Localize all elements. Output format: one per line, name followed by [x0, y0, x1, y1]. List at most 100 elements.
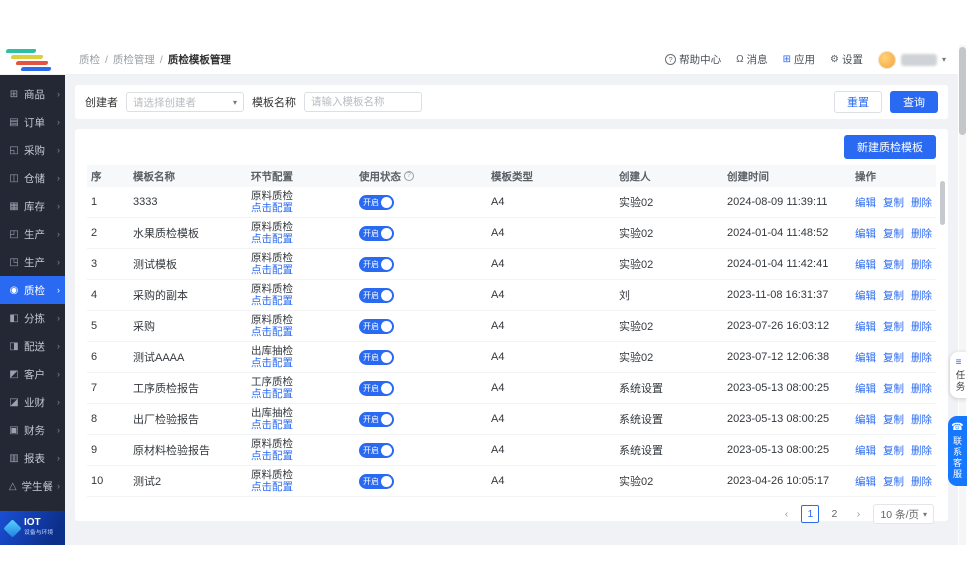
status-info-icon[interactable]: ?: [404, 171, 414, 181]
status-toggle-on[interactable]: 开启: [359, 474, 394, 489]
copy-link[interactable]: 复制: [883, 474, 904, 489]
configure-link[interactable]: 点击配置: [251, 295, 351, 308]
sidebar-item-质检[interactable]: ◉ 质检 ›: [0, 276, 65, 304]
copy-link[interactable]: 复制: [883, 412, 904, 427]
status-toggle-on[interactable]: 开启: [359, 288, 394, 303]
status-toggle-on[interactable]: 开启: [359, 195, 394, 210]
delete-link[interactable]: 删除: [911, 350, 932, 365]
edit-link[interactable]: 编辑: [855, 288, 876, 303]
status-toggle-on[interactable]: 开启: [359, 350, 394, 365]
production-2-icon: ◳: [8, 257, 20, 268]
sidebar-item-仓储[interactable]: ◫ 仓储 ›: [0, 164, 65, 192]
configure-link[interactable]: 点击配置: [251, 481, 351, 494]
search-button[interactable]: 查询: [890, 91, 938, 113]
page-button-2[interactable]: 2: [825, 505, 843, 523]
delete-link[interactable]: 删除: [911, 257, 932, 272]
sidebar-item-库存[interactable]: ▦ 库存 ›: [0, 192, 65, 220]
configure-link[interactable]: 点击配置: [251, 202, 351, 215]
configure-link[interactable]: 点击配置: [251, 326, 351, 339]
creator-cell: 系统设置: [615, 380, 723, 396]
status-toggle-on[interactable]: 开启: [359, 226, 394, 241]
edit-link[interactable]: 编辑: [855, 474, 876, 489]
edit-link[interactable]: 编辑: [855, 195, 876, 210]
sidebar-item-分拣[interactable]: ◧ 分拣 ›: [0, 304, 65, 332]
apps-button[interactable]: ⊞ 应用: [783, 52, 815, 67]
help-center-button[interactable]: ? 帮助中心: [665, 52, 721, 67]
delete-link[interactable]: 删除: [911, 443, 932, 458]
edit-link[interactable]: 编辑: [855, 412, 876, 427]
page-button-1[interactable]: 1: [801, 505, 819, 523]
status-toggle-on[interactable]: 开启: [359, 381, 394, 396]
user-menu[interactable]: ▾: [878, 51, 946, 69]
copy-link[interactable]: 复制: [883, 319, 904, 334]
iot-footer[interactable]: IOT 设备与环境: [0, 511, 65, 545]
messages-button[interactable]: Ω 消息: [736, 52, 767, 67]
table-scrollbar-thumb[interactable]: [940, 181, 945, 225]
app-logo[interactable]: [0, 45, 65, 75]
delete-link[interactable]: 删除: [911, 319, 932, 334]
topbar-actions: ? 帮助中心 Ω 消息 ⊞ 应用 ⚙ 设置 ▾: [665, 51, 958, 69]
edit-link[interactable]: 编辑: [855, 381, 876, 396]
delete-link[interactable]: 删除: [911, 226, 932, 241]
page-scrollbar-thumb[interactable]: [959, 47, 966, 135]
sidebar-item-生产[interactable]: ◰ 生产 ›: [0, 220, 65, 248]
creator-select[interactable]: 请选择创建者 ▾: [126, 92, 244, 112]
sidebar-item-商品[interactable]: ⊞ 商品 ›: [0, 80, 65, 108]
status-toggle-on[interactable]: 开启: [359, 257, 394, 272]
configure-link[interactable]: 点击配置: [251, 388, 351, 401]
configure-link[interactable]: 点击配置: [251, 264, 351, 277]
sidebar-item-报表[interactable]: ▥ 报表 ›: [0, 444, 65, 472]
copy-link[interactable]: 复制: [883, 443, 904, 458]
status-toggle-on[interactable]: 开启: [359, 443, 394, 458]
configure-link[interactable]: 点击配置: [251, 357, 351, 370]
configure-link[interactable]: 点击配置: [251, 419, 351, 432]
template-name-input[interactable]: [304, 92, 422, 112]
table-row: 6 测试AAAA 出库抽检 点击配置 开启 A4 实验02 2023-07-12…: [87, 342, 936, 373]
sidebar-item-订单[interactable]: ▤ 订单 ›: [0, 108, 65, 136]
copy-link[interactable]: 复制: [883, 288, 904, 303]
prev-page-button[interactable]: ‹: [777, 505, 795, 523]
delete-link[interactable]: 删除: [911, 288, 932, 303]
page-size-select[interactable]: 10 条/页 ▾: [873, 504, 934, 524]
contact-service-float-button[interactable]: ☎ 联系客服: [948, 416, 967, 486]
copy-link[interactable]: 复制: [883, 350, 904, 365]
status-toggle-on[interactable]: 开启: [359, 319, 394, 334]
sidebar-item-配送[interactable]: ◨ 配送 ›: [0, 332, 65, 360]
breadcrumb-item[interactable]: 质检管理: [113, 52, 155, 67]
settings-button[interactable]: ⚙ 设置: [830, 52, 863, 67]
edit-link[interactable]: 编辑: [855, 257, 876, 272]
delete-link[interactable]: 删除: [911, 412, 932, 427]
sidebar-item-业财[interactable]: ◪ 业财 ›: [0, 388, 65, 416]
logo-bar-teal: [5, 49, 36, 53]
status-cell: 开启: [355, 350, 487, 365]
chevron-down-icon: ▾: [942, 55, 946, 64]
status-cell: 开启: [355, 226, 487, 241]
delete-link[interactable]: 删除: [911, 474, 932, 489]
new-template-button[interactable]: 新建质检模板: [844, 135, 936, 159]
edit-link[interactable]: 编辑: [855, 226, 876, 241]
sidebar-item-财务[interactable]: ▣ 财务 ›: [0, 416, 65, 444]
sidebar-item-客户[interactable]: ◩ 客户 ›: [0, 360, 65, 388]
edit-link[interactable]: 编辑: [855, 350, 876, 365]
status-toggle-on[interactable]: 开启: [359, 412, 394, 427]
breadcrumb-item[interactable]: 质检: [79, 52, 100, 67]
reset-button[interactable]: 重置: [834, 91, 882, 113]
configure-link[interactable]: 点击配置: [251, 450, 351, 463]
copy-link[interactable]: 复制: [883, 381, 904, 396]
col-creator: 创建人: [615, 169, 723, 184]
template-name-cell: 工序质检报告: [129, 380, 247, 396]
sidebar-item-生产[interactable]: ◳ 生产 ›: [0, 248, 65, 276]
row-index: 5: [87, 320, 129, 332]
copy-link[interactable]: 复制: [883, 195, 904, 210]
edit-link[interactable]: 编辑: [855, 443, 876, 458]
delete-link[interactable]: 删除: [911, 195, 932, 210]
copy-link[interactable]: 复制: [883, 257, 904, 272]
copy-link[interactable]: 复制: [883, 226, 904, 241]
sidebar-item-采购[interactable]: ◱ 采购 ›: [0, 136, 65, 164]
delete-link[interactable]: 删除: [911, 381, 932, 396]
tasks-float-button[interactable]: ≡ 任务: [950, 352, 967, 398]
sidebar-item-学生餐[interactable]: △ 学生餐 ›: [0, 472, 65, 500]
configure-link[interactable]: 点击配置: [251, 233, 351, 246]
edit-link[interactable]: 编辑: [855, 319, 876, 334]
next-page-button[interactable]: ›: [849, 505, 867, 523]
